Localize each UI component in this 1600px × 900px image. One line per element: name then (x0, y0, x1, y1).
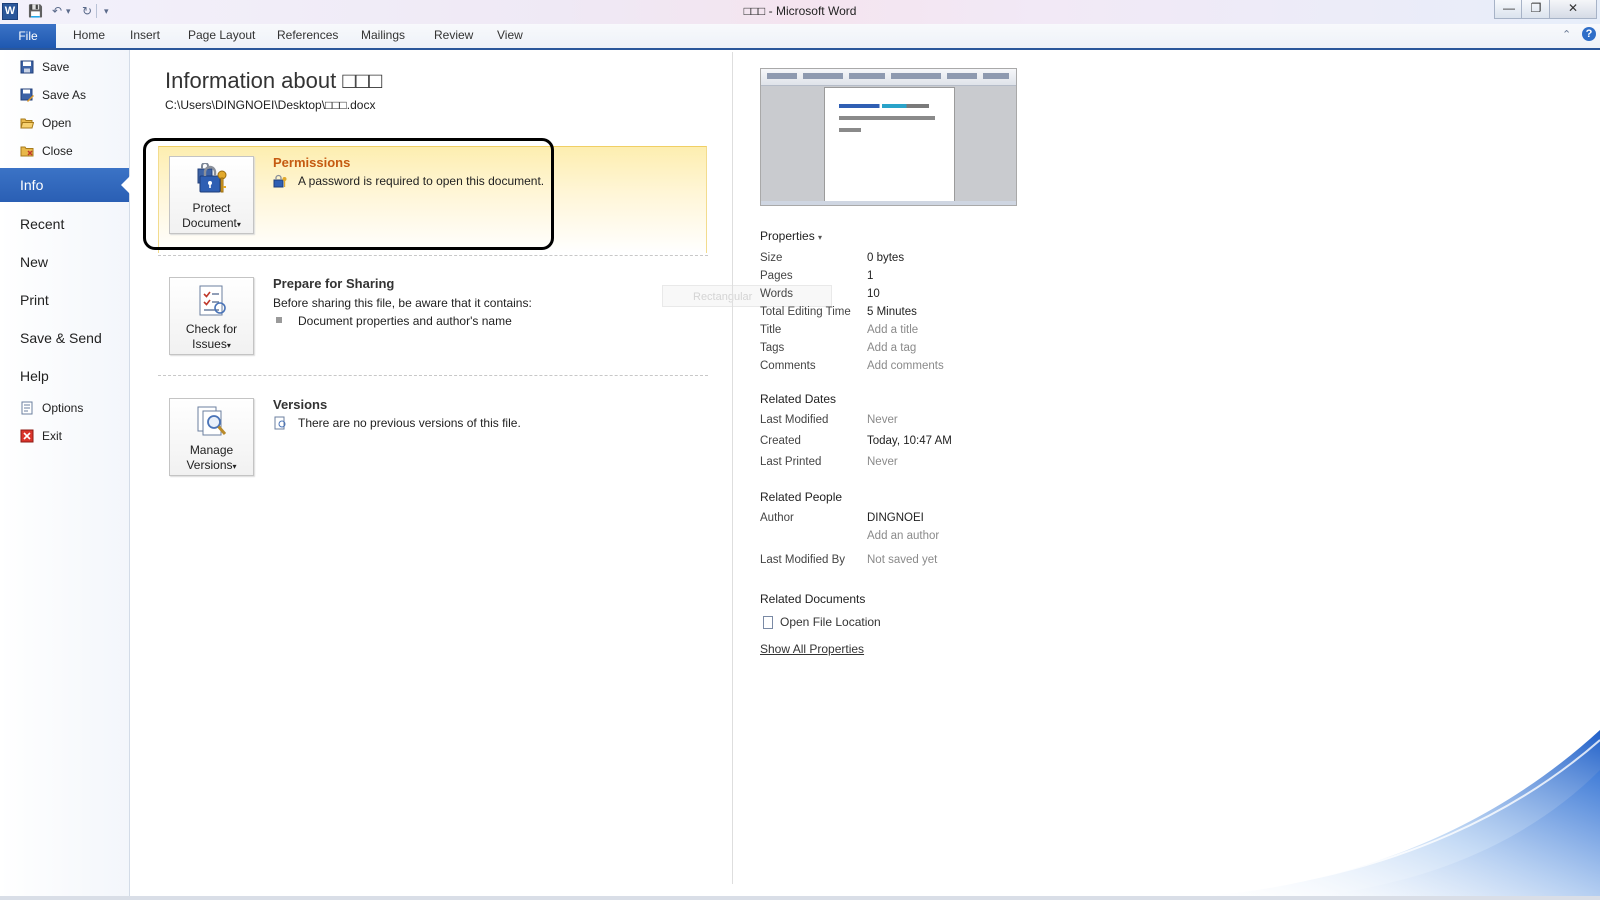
nav-close[interactable]: Close (20, 143, 73, 163)
comments-field[interactable]: Add comments (867, 360, 944, 372)
tab-insert[interactable]: Insert (130, 28, 160, 42)
options-icon (21, 401, 33, 415)
prepare-sharing-text: Before sharing this file, be aware that … (273, 296, 532, 310)
highlight-annotation-frame (143, 138, 554, 250)
thumbnail-ribbon (761, 69, 1016, 86)
property-row-created: Created Today, 10:47 AM (760, 435, 952, 447)
dropdown-arrow-icon: ▾ (232, 462, 237, 471)
nav-open[interactable]: Open (20, 115, 71, 135)
tab-view[interactable]: View (497, 28, 523, 42)
manage-versions-label-line2: Versions (186, 458, 233, 472)
check-issues-label-line2: Issues (192, 337, 227, 351)
tags-field[interactable]: Add a tag (867, 342, 916, 354)
open-file-location-link[interactable]: Open File Location (763, 615, 881, 630)
property-row-author: Author DINGNOEI (760, 512, 924, 524)
save-as-icon (20, 88, 34, 102)
versions-text: There are no previous versions of this f… (298, 416, 521, 430)
close-window-button[interactable]: ✕ (1549, 0, 1597, 19)
exit-icon (20, 429, 34, 443)
versions-title: Versions (273, 397, 328, 412)
tab-references[interactable]: References (277, 28, 338, 42)
prepare-sharing-title: Prepare for Sharing (273, 276, 395, 291)
show-all-properties-link[interactable]: Show All Properties (760, 642, 864, 656)
bullet-icon (276, 317, 282, 323)
close-folder-icon (20, 146, 34, 157)
open-folder-icon (20, 118, 34, 129)
dropdown-arrow-icon: ▾ (818, 233, 823, 242)
check-for-issues-button[interactable]: Check for Issues▾ (169, 277, 254, 355)
manage-versions-button[interactable]: Manage Versions▾ (169, 398, 254, 476)
section-divider (158, 255, 708, 256)
restore-button[interactable]: ❐ (1521, 0, 1551, 19)
property-row-comments: Comments Add comments (760, 360, 944, 372)
thumbnail-page (824, 87, 955, 205)
related-people-header: Related People (760, 490, 843, 504)
versions-small-icon (274, 416, 286, 430)
title-bar: W 💾 ↶ ▾ ↻ ▾ □□□ - Microsoft Word — ❐ ✕ (0, 0, 1600, 24)
related-documents-header: Related Documents (760, 592, 866, 606)
tab-mailings[interactable]: Mailings (361, 28, 405, 42)
check-issues-label-line1: Check for (185, 322, 238, 336)
add-author-field[interactable]: Add an author (867, 530, 939, 542)
tab-file[interactable]: File (0, 24, 56, 48)
active-pointer (121, 176, 130, 194)
property-row-add-author: Add an author (760, 530, 1160, 548)
nav-help[interactable]: Help (0, 359, 129, 393)
thumbnail-statusbar (761, 201, 1016, 205)
section-divider (158, 375, 708, 376)
document-icon (763, 616, 773, 630)
file-path: C:\Users\DINGNOEI\Desktop\□□□.docx (165, 98, 376, 112)
property-row-editing-time: Total Editing Time 5 Minutes (760, 306, 917, 318)
bottom-edge (0, 896, 1600, 900)
help-icon[interactable]: ? (1582, 27, 1596, 41)
tab-page-layout[interactable]: Page Layout (188, 28, 255, 42)
column-divider (732, 52, 733, 884)
document-thumbnail (760, 68, 1017, 206)
backstage-nav: Save Save As Open Close Info Recent New … (0, 50, 130, 900)
author-name[interactable]: DINGNOEI (867, 512, 924, 524)
property-row-last-printed: Last Printed Never (760, 456, 898, 468)
dropdown-arrow-icon: ▾ (226, 341, 231, 350)
property-row-pages: Pages 1 (760, 270, 874, 282)
property-row-words: Words 10 (760, 288, 880, 300)
ribbon-tab-bar: File Home Insert Page Layout References … (0, 24, 1600, 50)
nav-save-as[interactable]: Save As (20, 87, 86, 107)
related-dates-header: Related Dates (760, 392, 837, 406)
manage-versions-label-line1: Manage (189, 443, 234, 457)
property-row-last-modified-by: Last Modified By Not saved yet (760, 554, 938, 566)
property-row-title: Title Add a title (760, 324, 919, 336)
tab-home[interactable]: Home (73, 28, 105, 42)
nav-exit[interactable]: Exit (20, 428, 62, 448)
nav-recent[interactable]: Recent (0, 207, 129, 241)
minimize-button[interactable]: — (1494, 0, 1524, 19)
nav-new[interactable]: New (0, 245, 129, 279)
property-row-size: Size 0 bytes (760, 252, 905, 264)
save-icon (20, 60, 34, 74)
nav-options[interactable]: Options (20, 400, 83, 420)
page-title: Information about □□□ (165, 68, 383, 93)
property-row-tags: Tags Add a tag (760, 342, 917, 354)
window-title: □□□ - Microsoft Word (743, 4, 857, 18)
sharing-bullet-text: Document properties and author's name (298, 314, 512, 328)
nav-save-and-send[interactable]: Save & Send (0, 321, 129, 355)
tab-review[interactable]: Review (434, 28, 473, 42)
title-field[interactable]: Add a title (867, 324, 918, 336)
nav-save[interactable]: Save (20, 59, 69, 79)
nav-info[interactable]: Info (0, 168, 130, 202)
background-swoosh-decoration (1180, 730, 1600, 900)
properties-header[interactable]: Properties ▾ (760, 229, 822, 243)
minimize-ribbon-icon[interactable]: ⌃ (1562, 28, 1571, 41)
versions-magnifier-icon (197, 406, 227, 436)
nav-print[interactable]: Print (0, 283, 129, 317)
checklist-icon (199, 285, 226, 316)
property-row-last-modified: Last Modified Never (760, 414, 898, 426)
